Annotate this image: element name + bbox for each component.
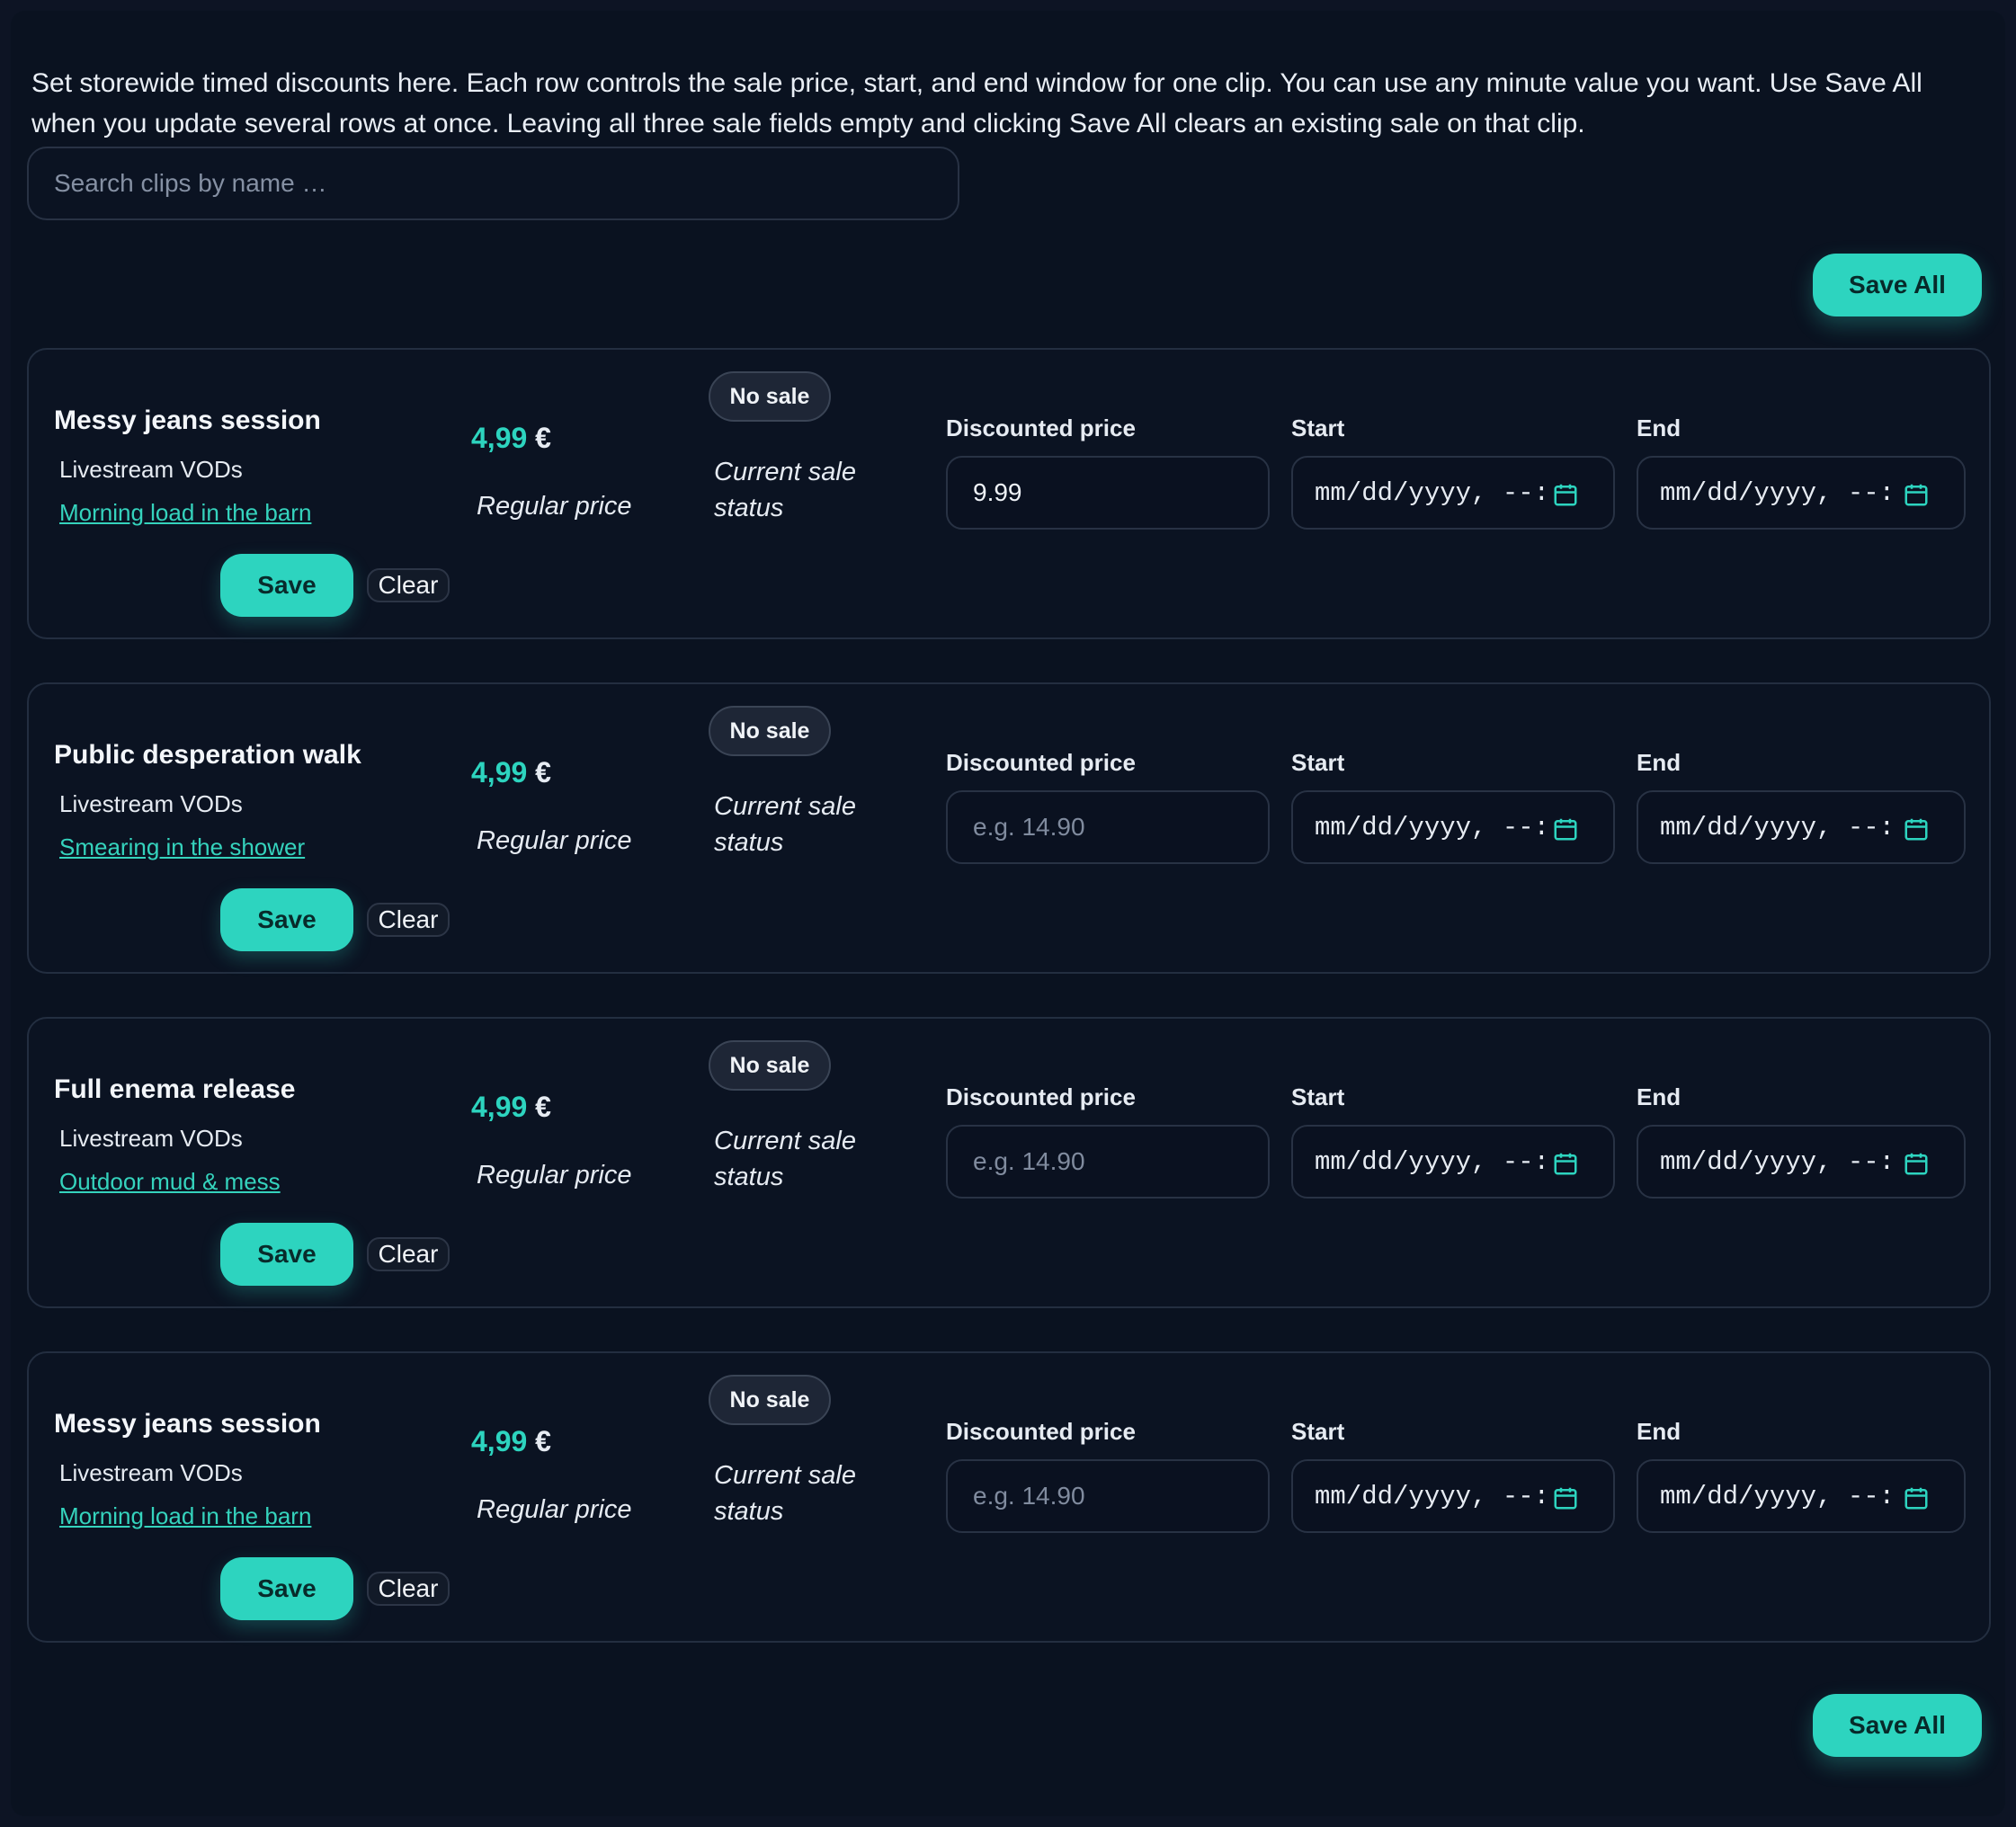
end-datetime-input[interactable]: mm/dd/yyyy, --:	[1637, 1459, 1966, 1533]
calendar-icon[interactable]	[1552, 815, 1579, 842]
start-datetime-input[interactable]: mm/dd/yyyy, --:	[1291, 790, 1615, 864]
calendar-icon[interactable]	[1552, 481, 1579, 508]
end-label: End	[1637, 749, 1681, 776]
calendar-icon[interactable]	[1903, 815, 1930, 842]
end-datetime-text: mm/dd/yyyy, --:	[1660, 1481, 1896, 1511]
start-datetime-text: mm/dd/yyyy, --:	[1315, 1481, 1550, 1511]
regular-price-label: Regular price	[477, 1495, 632, 1524]
discounted-price-field	[946, 790, 1270, 864]
start-datetime-input[interactable]: mm/dd/yyyy, --:	[1291, 1459, 1615, 1533]
price-amount: 4,99	[471, 1425, 528, 1457]
page-container: Set storewide timed discounts here. Each…	[11, 11, 2005, 1816]
discounted-price-field	[946, 456, 1270, 530]
clip-link[interactable]: Morning load in the barn	[59, 499, 311, 527]
discounted-price-input[interactable]	[948, 478, 1268, 507]
price-currency: €	[535, 1091, 551, 1123]
price-amount: 4,99	[471, 756, 528, 789]
end-datetime-text: mm/dd/yyyy, --:	[1660, 812, 1896, 842]
save-all-button-bottom[interactable]: Save All	[1813, 1694, 1982, 1757]
regular-price-label: Regular price	[477, 492, 632, 521]
discounted-price-input[interactable]	[948, 1147, 1268, 1176]
start-label: Start	[1291, 414, 1345, 441]
discounted-price-input[interactable]	[948, 1482, 1268, 1511]
clip-category: Livestream VODs	[59, 790, 243, 817]
regular-price: 4,99 €	[471, 756, 551, 789]
discounted-price-label: Discounted price	[946, 414, 1136, 441]
discounted-price-input[interactable]	[948, 813, 1268, 842]
clip-category: Livestream VODs	[59, 1459, 243, 1486]
clip-title: Messy jeans session	[54, 406, 321, 435]
clip-category: Livestream VODs	[59, 1125, 243, 1152]
calendar-icon[interactable]	[1552, 1484, 1579, 1511]
price-currency: €	[535, 756, 551, 789]
price-amount: 4,99	[471, 1091, 528, 1123]
regular-price-label: Regular price	[477, 826, 632, 855]
price-currency: €	[535, 422, 551, 454]
start-datetime-input[interactable]: mm/dd/yyyy, --:	[1291, 1125, 1615, 1199]
start-datetime-text: mm/dd/yyyy, --:	[1315, 812, 1550, 842]
save-button[interactable]: Save	[220, 1557, 353, 1620]
start-datetime-text: mm/dd/yyyy, --:	[1315, 477, 1550, 508]
end-datetime-input[interactable]: mm/dd/yyyy, --:	[1637, 1125, 1966, 1199]
status-badge: No sale	[709, 1040, 831, 1091]
clip-card: Messy jeans session Livestream VODs Morn…	[27, 348, 1991, 639]
sale-status-label: Current sale status	[714, 1127, 856, 1191]
save-button[interactable]: Save	[220, 888, 353, 951]
end-datetime-text: mm/dd/yyyy, --:	[1660, 477, 1896, 508]
discounted-price-field	[946, 1125, 1270, 1199]
clip-card: Public desperation walk Livestream VODs …	[27, 682, 1991, 974]
regular-price: 4,99 €	[471, 1091, 551, 1124]
end-label: End	[1637, 1083, 1681, 1110]
clear-button[interactable]: Clear	[367, 568, 450, 602]
clip-title: Messy jeans session	[54, 1409, 321, 1439]
clip-link[interactable]: Smearing in the shower	[59, 833, 305, 861]
price-amount: 4,99	[471, 422, 528, 454]
sale-status-label: Current sale status	[714, 1461, 856, 1526]
clear-button[interactable]: Clear	[367, 1572, 450, 1606]
search-input[interactable]	[27, 147, 959, 220]
end-label: End	[1637, 1418, 1681, 1445]
start-label: Start	[1291, 1083, 1345, 1110]
discounted-price-field	[946, 1459, 1270, 1533]
discounted-price-label: Discounted price	[946, 1418, 1136, 1445]
regular-price: 4,99 €	[471, 1425, 551, 1458]
end-label: End	[1637, 414, 1681, 441]
save-button[interactable]: Save	[220, 554, 353, 617]
clip-title: Public desperation walk	[54, 740, 361, 770]
clip-card: Full enema release Livestream VODs Outdo…	[27, 1017, 1991, 1308]
clear-button[interactable]: Clear	[367, 903, 450, 937]
start-datetime-text: mm/dd/yyyy, --:	[1315, 1146, 1550, 1177]
clip-title: Full enema release	[54, 1074, 296, 1104]
end-datetime-input[interactable]: mm/dd/yyyy, --:	[1637, 790, 1966, 864]
start-label: Start	[1291, 1418, 1345, 1445]
discounted-price-label: Discounted price	[946, 749, 1136, 776]
clip-link[interactable]: Outdoor mud & mess	[59, 1168, 281, 1196]
clear-button[interactable]: Clear	[367, 1237, 450, 1271]
sale-status-label: Current sale status	[714, 458, 856, 522]
sale-status-label: Current sale status	[714, 792, 856, 857]
start-label: Start	[1291, 749, 1345, 776]
calendar-icon[interactable]	[1903, 1150, 1930, 1177]
calendar-icon[interactable]	[1552, 1150, 1579, 1177]
status-badge: No sale	[709, 371, 831, 422]
end-datetime-text: mm/dd/yyyy, --:	[1660, 1146, 1896, 1177]
save-all-button-top[interactable]: Save All	[1813, 254, 1982, 316]
discounted-price-label: Discounted price	[946, 1083, 1136, 1110]
regular-price-label: Regular price	[477, 1161, 632, 1190]
status-badge: No sale	[709, 1375, 831, 1425]
clip-category: Livestream VODs	[59, 456, 243, 483]
calendar-icon[interactable]	[1903, 481, 1930, 508]
end-datetime-input[interactable]: mm/dd/yyyy, --:	[1637, 456, 1966, 530]
clip-link[interactable]: Morning load in the barn	[59, 1502, 311, 1530]
status-badge: No sale	[709, 706, 831, 756]
calendar-icon[interactable]	[1903, 1484, 1930, 1511]
clip-card: Messy jeans session Livestream VODs Morn…	[27, 1351, 1991, 1643]
start-datetime-input[interactable]: mm/dd/yyyy, --:	[1291, 456, 1615, 530]
price-currency: €	[535, 1425, 551, 1457]
regular-price: 4,99 €	[471, 422, 551, 455]
save-button[interactable]: Save	[220, 1223, 353, 1286]
intro-text: Set storewide timed discounts here. Each…	[31, 68, 1922, 138]
